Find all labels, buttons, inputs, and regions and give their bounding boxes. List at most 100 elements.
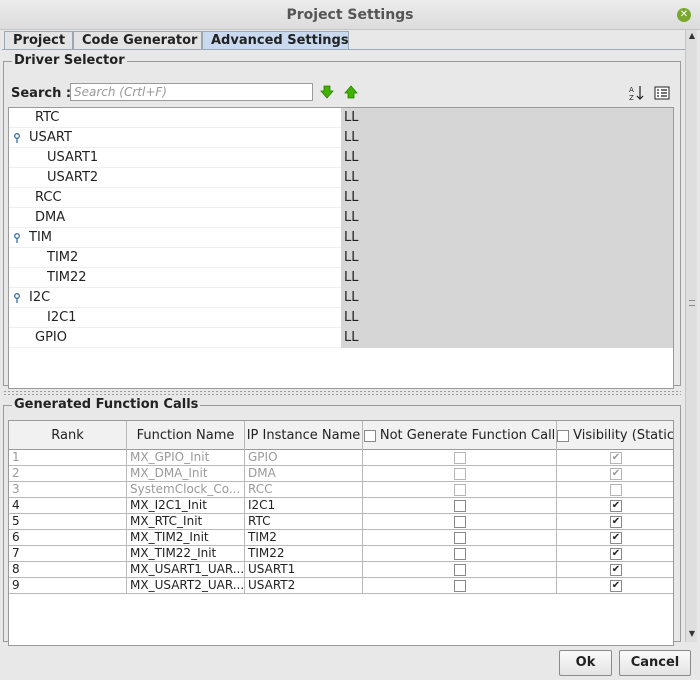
scroll-thumb[interactable] (689, 300, 695, 306)
scroll-down-icon[interactable]: ▼ (686, 628, 698, 640)
split-pane-divider[interactable] (3, 390, 681, 396)
visibility-checkbox[interactable]: ✔ (610, 531, 622, 544)
visibility-cell: ✔ (557, 498, 673, 514)
tab-code-generator[interactable]: Code Generator (73, 31, 202, 50)
tree-row[interactable]: I2C LL (9, 288, 673, 308)
tree-row[interactable]: DMA LL (9, 208, 673, 228)
column-not-generate[interactable]: Not Generate Function Call (363, 421, 557, 450)
driver-type-value[interactable]: LL (341, 248, 673, 268)
driver-selector-panel: Driver Selector Search : A Z RTC LL USART L… (3, 53, 681, 389)
tree-row[interactable]: TIM22 LL (9, 268, 673, 288)
column-rank[interactable]: Rank (9, 421, 127, 450)
driver-type-value[interactable]: LL (341, 128, 673, 148)
visibility-cell: ✔ (557, 514, 673, 530)
tree-row[interactable]: USART2 LL (9, 168, 673, 188)
visibility-checkbox: ✔ (610, 451, 622, 464)
function-name-cell: MX_I2C1_Init (127, 498, 245, 514)
driver-tree[interactable]: RTC LL USART LL USART1 LL USART2 LL RCC LL DMA LL TI… (8, 107, 674, 389)
tree-row[interactable]: TIM2 LL (9, 248, 673, 268)
not-generate-checkbox (453, 451, 466, 464)
visibility-cell: ✔ (557, 450, 673, 466)
not-generate-checkbox[interactable] (453, 563, 466, 576)
column-visibility[interactable]: Visibility (Static) (557, 421, 673, 450)
function-name-cell: MX_GPIO_Init (127, 450, 245, 466)
column-ip-instance[interactable]: IP Instance Name (245, 421, 363, 450)
generated-calls-title: Generated Function Calls (12, 397, 201, 412)
not-generate-checkbox[interactable] (453, 547, 466, 560)
ok-button[interactable]: Ok (559, 650, 612, 676)
tree-item-label: GPIO (35, 330, 67, 345)
arrow-up-icon[interactable] (344, 85, 358, 99)
rank-cell: 4 (9, 498, 127, 514)
driver-type-value[interactable]: LL (341, 168, 673, 188)
not-generate-checkbox[interactable] (453, 499, 466, 512)
vertical-scrollbar[interactable]: ▲ ▼ (685, 30, 697, 642)
not-generate-cell (363, 482, 557, 498)
driver-type-value[interactable]: LL (341, 268, 673, 288)
arrow-down-icon[interactable] (320, 85, 334, 99)
driver-type-value[interactable]: LL (341, 108, 673, 128)
table-row[interactable]: 5 MX_RTC_Init RTC ✔ (9, 514, 673, 530)
table-body: 1 MX_GPIO_Init GPIO ✔ 2 MX_DMA_Init DMA ✔ 3 Syste… (9, 450, 673, 594)
list-view-icon[interactable] (654, 85, 670, 101)
not-generate-checkbox[interactable] (453, 531, 466, 544)
not-generate-header-checkbox[interactable] (363, 429, 376, 442)
search-input[interactable] (70, 83, 313, 101)
tree-row[interactable]: I2C1 LL (9, 308, 673, 328)
driver-type-value[interactable]: LL (341, 308, 673, 328)
close-icon[interactable]: ✕ (677, 8, 691, 22)
tree-row[interactable]: RCC LL (9, 188, 673, 208)
table-row[interactable]: 8 MX_USART1_UAR... USART1 ✔ (9, 562, 673, 578)
tree-item-label: TIM2 (47, 250, 79, 265)
generated-calls-table: Rank Function Name IP Instance Name Not … (8, 420, 674, 646)
driver-type-value[interactable]: LL (341, 208, 673, 228)
visibility-header-checkbox[interactable] (557, 429, 569, 442)
visibility-checkbox[interactable]: ✔ (610, 563, 622, 576)
tree-row[interactable]: TIM LL (9, 228, 673, 248)
column-function-name[interactable]: Function Name (127, 421, 245, 450)
search-label: Search : (11, 86, 72, 101)
table-row[interactable]: 3 SystemClock_Co... RCC (9, 482, 673, 498)
tree-row[interactable]: RTC LL (9, 108, 673, 128)
not-generate-cell (363, 450, 557, 466)
tree-row[interactable]: USART1 LL (9, 148, 673, 168)
cancel-button[interactable]: Cancel (619, 650, 691, 676)
driver-type-value[interactable]: LL (341, 228, 673, 248)
sort-az-icon[interactable]: A Z (629, 85, 645, 101)
rank-cell: 3 (9, 482, 127, 498)
table-row[interactable]: 2 MX_DMA_Init DMA ✔ (9, 466, 673, 482)
visibility-checkbox[interactable]: ✔ (610, 499, 622, 512)
not-generate-cell (363, 530, 557, 546)
tab-advanced-settings[interactable]: Advanced Settings (202, 31, 349, 50)
ip-instance-cell: I2C1 (245, 498, 363, 514)
ip-instance-cell: RCC (245, 482, 363, 498)
not-generate-checkbox[interactable] (453, 579, 466, 592)
tab-project[interactable]: Project (4, 31, 73, 50)
table-row[interactable]: 7 MX_TIM22_Init TIM22 ✔ (9, 546, 673, 562)
driver-type-value[interactable]: LL (341, 188, 673, 208)
visibility-checkbox[interactable]: ✔ (610, 515, 622, 528)
ip-instance-cell: USART2 (245, 578, 363, 594)
not-generate-cell (363, 514, 557, 530)
tree-item-label: I2C1 (47, 310, 77, 325)
table-row[interactable]: 9 MX_USART2_UAR... USART2 ✔ (9, 578, 673, 594)
tree-item-label: RTC (35, 110, 60, 125)
visibility-checkbox[interactable]: ✔ (610, 547, 622, 560)
driver-type-value[interactable]: LL (341, 328, 673, 348)
not-generate-cell (363, 578, 557, 594)
tree-row[interactable]: USART LL (9, 128, 673, 148)
not-generate-checkbox[interactable] (453, 515, 466, 528)
svg-text:A: A (629, 86, 634, 94)
table-row[interactable]: 1 MX_GPIO_Init GPIO ✔ (9, 450, 673, 466)
scroll-up-icon[interactable]: ▲ (686, 30, 698, 42)
table-row[interactable]: 4 MX_I2C1_Init I2C1 ✔ (9, 498, 673, 514)
tree-row[interactable]: GPIO LL (9, 328, 673, 348)
driver-type-value[interactable]: LL (341, 148, 673, 168)
visibility-cell: ✔ (557, 562, 673, 578)
tree-item-label: I2C (29, 290, 51, 305)
visibility-checkbox[interactable]: ✔ (610, 579, 622, 592)
driver-type-value[interactable]: LL (341, 288, 673, 308)
rank-cell: 6 (9, 530, 127, 546)
table-row[interactable]: 6 MX_TIM2_Init TIM2 ✔ (9, 530, 673, 546)
not-generate-cell (363, 562, 557, 578)
